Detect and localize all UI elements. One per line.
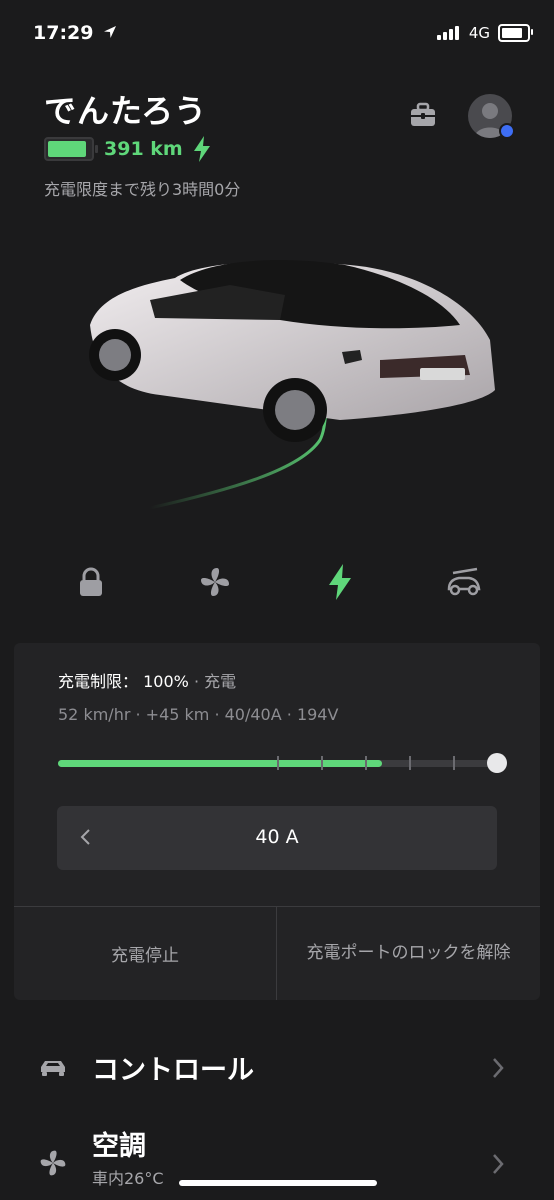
summon-icon [447, 567, 481, 596]
unlock-charge-port-button[interactable]: 充電ポートのロックを解除 [277, 906, 540, 1000]
car-battery-icon [44, 137, 98, 161]
status-time-text: 17:29 [33, 22, 94, 44]
charge-remaining: 充電限度まで残り3時間0分 [44, 180, 241, 199]
slider-tick [321, 756, 323, 770]
slider-tick [453, 756, 455, 770]
lock-button[interactable] [71, 562, 111, 602]
charge-limit-label: 充電制限： [58, 672, 139, 691]
charging-bolt-icon [329, 564, 351, 600]
charge-limit-line: 充電制限： 100% · 充電 [58, 668, 236, 692]
charge-limit-value: 100% [143, 672, 189, 691]
slider-tick [277, 756, 279, 770]
battery-icon [498, 24, 533, 42]
charging-status: 充電 [204, 672, 237, 691]
amperage-value: 40 A [255, 826, 299, 848]
range-text: 391 km [104, 138, 183, 160]
home-indicator[interactable] [179, 1180, 377, 1186]
lock-icon [80, 567, 102, 596]
car-image [89, 260, 495, 510]
chevron-right-icon [493, 1154, 504, 1174]
charge-limit-handle[interactable] [487, 753, 507, 773]
status-right: 4G [436, 24, 533, 42]
amperage-decrease-button[interactable] [70, 822, 100, 852]
climate-button[interactable] [195, 562, 235, 602]
fan-icon [201, 568, 229, 596]
menu-item-subtitle: 車内26°C [92, 1169, 164, 1188]
summon-button[interactable] [444, 562, 484, 602]
slider-tick [409, 756, 411, 770]
location-arrow-icon [104, 26, 117, 38]
chevron-left-icon [80, 829, 90, 845]
menu-item-climate[interactable]: 空調 車内26°C [0, 1118, 554, 1200]
slider-tick [365, 756, 367, 770]
separator: · [193, 672, 200, 691]
menu-item-title: 空調 [92, 1131, 146, 1162]
notification-dot [499, 123, 515, 139]
charging-stats: 52 km/hr · +45 km · 40/40A · 194V [58, 705, 339, 724]
charging-button[interactable] [320, 562, 360, 602]
status-time: 17:29 [33, 22, 118, 44]
toolbox-icon[interactable] [408, 100, 438, 130]
charge-level-fill [58, 760, 383, 767]
menu-item-controls[interactable]: コントロール [0, 1036, 554, 1100]
menu-item-title: コントロール [92, 1055, 254, 1086]
network-type: 4G [468, 24, 490, 42]
charging-bolt-icon [193, 136, 210, 162]
signal-icon [436, 26, 461, 40]
stop-charging-button[interactable]: 充電停止 [14, 906, 276, 1000]
battery-row: 391 km [44, 136, 211, 162]
chevron-right-icon [493, 1058, 504, 1078]
fan-icon [40, 1150, 66, 1176]
car-name[interactable]: でんたろう [44, 86, 207, 132]
car-icon [41, 1061, 65, 1076]
